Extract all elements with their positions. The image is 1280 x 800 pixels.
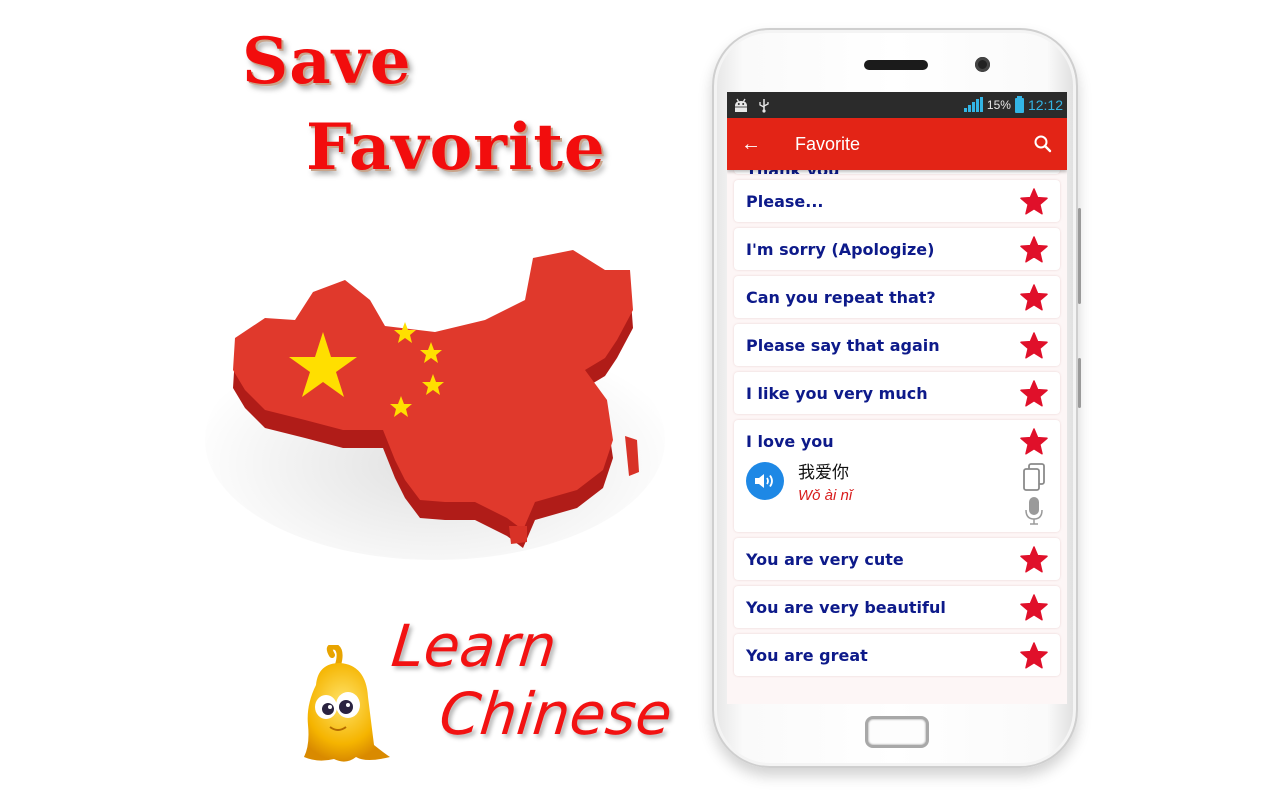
status-time: 12:12 bbox=[1027, 97, 1063, 113]
microphone-icon[interactable] bbox=[1024, 496, 1044, 526]
star-filled-icon[interactable] bbox=[1020, 594, 1048, 621]
pinyin-text: Wǒ ài nǐ bbox=[798, 487, 853, 504]
headline-favorite: Favorite bbox=[306, 110, 606, 185]
app-bar: ← Favorite bbox=[727, 118, 1067, 170]
favorite-item[interactable]: Can you repeat that? bbox=[734, 276, 1060, 318]
star-filled-icon[interactable] bbox=[1020, 428, 1048, 455]
translation: 我爱你 Wǒ ài nǐ bbox=[798, 458, 852, 504]
power-button bbox=[1078, 358, 1081, 408]
favorite-item[interactable]: I like you very much bbox=[734, 372, 1060, 414]
china-flag-map-image bbox=[205, 250, 665, 560]
usb-icon bbox=[759, 98, 769, 113]
star-filled-icon[interactable] bbox=[1020, 332, 1048, 359]
status-bar: 15% 12:12 bbox=[727, 92, 1067, 118]
favorites-list: Thank you Please... I'm sorry (Apologize… bbox=[727, 150, 1067, 682]
copy-icon[interactable] bbox=[1022, 462, 1046, 492]
tagline-chinese: Chinese bbox=[436, 680, 676, 748]
favorite-item[interactable]: You are very beautiful bbox=[734, 586, 1060, 628]
signal-icon bbox=[963, 97, 983, 112]
arrow-left-icon[interactable]: ← bbox=[741, 133, 763, 156]
translation-row: 我爱你 Wǒ ài nǐ bbox=[746, 458, 1048, 504]
favorite-phrase: I love you bbox=[746, 432, 834, 451]
favorite-item[interactable]: You are great bbox=[734, 634, 1060, 676]
speaker-icon bbox=[755, 474, 773, 488]
favorite-phrase: I'm sorry (Apologize) bbox=[746, 239, 935, 259]
favorite-phrase: You are very cute bbox=[746, 549, 904, 569]
phone-camera bbox=[975, 57, 990, 72]
star-filled-icon[interactable] bbox=[1020, 188, 1048, 215]
android-debug-icon bbox=[735, 98, 747, 112]
favorite-phrase: You are great bbox=[746, 645, 868, 665]
speaker-button[interactable] bbox=[746, 462, 784, 500]
chinese-text: 我爱你 bbox=[798, 463, 849, 483]
star-filled-icon[interactable] bbox=[1020, 284, 1048, 311]
favorite-item[interactable]: Please say that again bbox=[734, 324, 1060, 366]
battery-percent: 15% bbox=[986, 98, 1011, 112]
volume-button bbox=[1078, 208, 1081, 304]
promo-screenshot: Save Favorite Learn Chinese 15% 12:12 ← … bbox=[0, 0, 1280, 800]
headline-save: Save bbox=[242, 24, 412, 99]
favorite-phrase: Please say that again bbox=[746, 335, 940, 355]
favorite-item[interactable]: You are very cute bbox=[734, 538, 1060, 580]
star-filled-icon[interactable] bbox=[1020, 546, 1048, 573]
favorite-item[interactable]: Please... bbox=[734, 180, 1060, 222]
app-screen: 15% 12:12 ← Favorite Thank you Please...… bbox=[727, 92, 1067, 704]
star-filled-icon[interactable] bbox=[1020, 380, 1048, 407]
search-icon[interactable] bbox=[1033, 134, 1053, 154]
phone-frame: 15% 12:12 ← Favorite Thank you Please...… bbox=[712, 28, 1081, 768]
tagline-learn: Learn bbox=[388, 612, 560, 680]
battery-charging-icon bbox=[1014, 95, 1024, 113]
favorite-phrase: Can you repeat that? bbox=[746, 287, 936, 307]
favorite-item[interactable]: I love you 我爱你 Wǒ ài nǐ bbox=[734, 420, 1060, 532]
favorite-phrase: Please... bbox=[746, 191, 824, 211]
star-filled-icon[interactable] bbox=[1020, 236, 1048, 263]
mascot-image bbox=[304, 645, 390, 762]
home-button[interactable] bbox=[865, 716, 929, 748]
phone-speaker bbox=[864, 60, 928, 70]
star-filled-icon[interactable] bbox=[1020, 642, 1048, 669]
favorite-phrase: You are very beautiful bbox=[746, 597, 946, 617]
favorite-phrase: I like you very much bbox=[746, 383, 928, 403]
favorite-item[interactable]: I'm sorry (Apologize) bbox=[734, 228, 1060, 270]
page-title: Favorite bbox=[795, 133, 861, 154]
